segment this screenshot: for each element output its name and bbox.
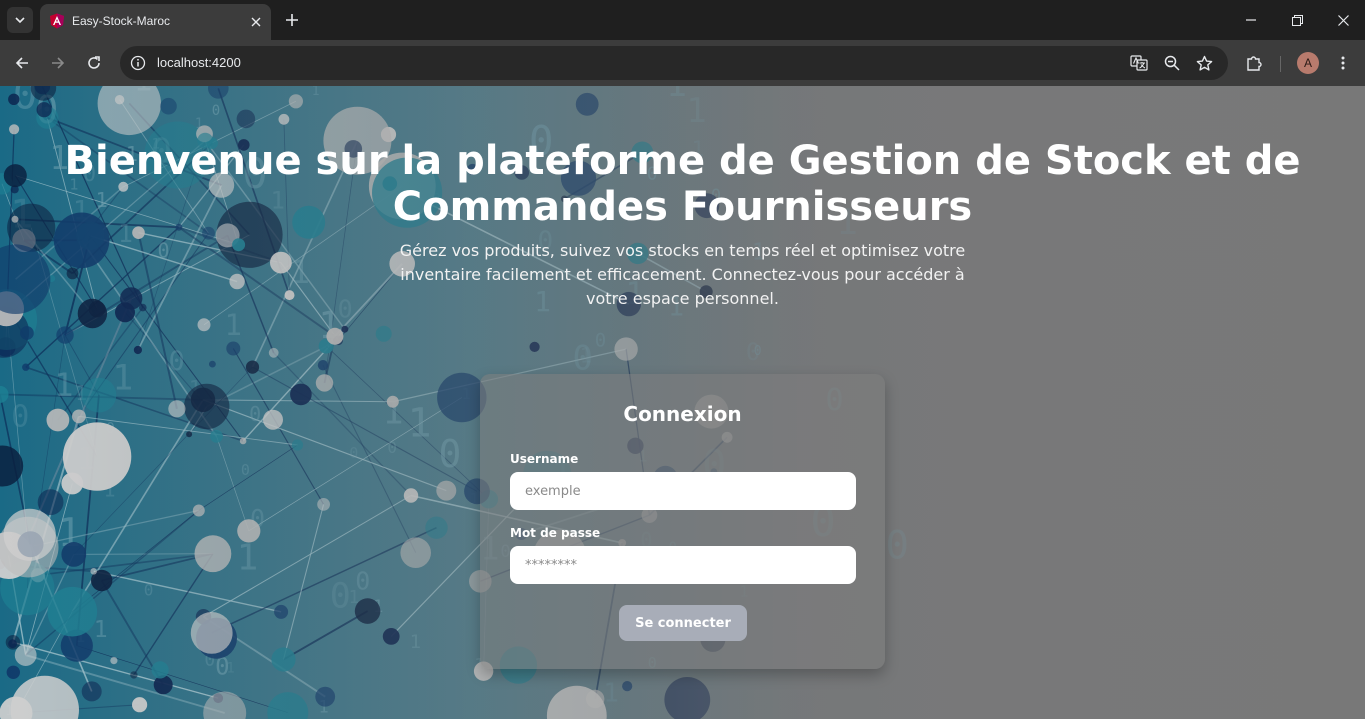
site-info-button[interactable] xyxy=(128,53,148,73)
restore-button[interactable] xyxy=(1274,0,1320,40)
login-card: Connexion Username Mot de passe Se conne… xyxy=(480,374,885,669)
tab-search-button[interactable] xyxy=(7,7,33,33)
extensions-button[interactable] xyxy=(1241,50,1267,76)
reload-button[interactable] xyxy=(81,50,107,76)
bookmark-button[interactable] xyxy=(1194,53,1214,73)
browser-tab[interactable]: Easy-Stock-Maroc xyxy=(40,4,271,40)
new-tab-button[interactable] xyxy=(281,9,303,31)
window-close-button[interactable] xyxy=(1320,0,1365,40)
url-text: localhost:4200 xyxy=(157,55,241,70)
tab-close-button[interactable] xyxy=(247,13,265,31)
username-input[interactable] xyxy=(510,472,856,510)
password-input[interactable] xyxy=(510,546,856,584)
back-button[interactable] xyxy=(9,50,35,76)
chevron-down-icon xyxy=(15,17,25,24)
info-icon xyxy=(130,55,146,71)
browser-tab-bar: Easy-Stock-Maroc xyxy=(0,0,1365,40)
puzzle-icon xyxy=(1247,56,1262,71)
tab-title: Easy-Stock-Maroc xyxy=(72,14,171,28)
login-heading: Connexion xyxy=(623,402,742,426)
translate-icon xyxy=(1130,55,1148,71)
minimize-icon xyxy=(1246,19,1256,21)
plus-icon xyxy=(286,14,298,26)
login-button[interactable]: Se connecter xyxy=(619,605,747,641)
password-label: Mot de passe xyxy=(510,526,601,540)
arrow-left-icon xyxy=(15,57,28,69)
forward-button[interactable] xyxy=(45,50,71,76)
close-icon xyxy=(251,17,261,27)
arrow-right-icon xyxy=(52,57,65,69)
browser-menu-button[interactable] xyxy=(1330,50,1356,76)
restore-icon xyxy=(1291,14,1303,26)
translate-button[interactable] xyxy=(1129,53,1149,73)
more-vertical-icon xyxy=(1341,56,1345,70)
close-icon xyxy=(1337,14,1349,26)
star-icon xyxy=(1196,55,1212,71)
toolbar-separator xyxy=(1280,56,1281,72)
minimize-button[interactable] xyxy=(1228,0,1274,40)
page-viewport: 1100011111010001100101001101110110110010… xyxy=(0,86,1365,719)
reload-icon xyxy=(88,56,100,69)
page-subtitle: Gérez vos produits, suivez vos stocks en… xyxy=(399,241,966,308)
zoom-button[interactable] xyxy=(1162,53,1182,73)
profile-avatar[interactable]: A xyxy=(1297,52,1319,74)
browser-toolbar: localhost:4200 A xyxy=(0,40,1365,86)
address-bar[interactable]: localhost:4200 xyxy=(120,46,1228,80)
zoom-out-icon xyxy=(1164,55,1180,71)
page-title: Bienvenue sur la plateforme de Gestion d… xyxy=(64,138,1301,230)
username-label: Username xyxy=(510,452,579,466)
angular-favicon-icon xyxy=(50,13,64,29)
